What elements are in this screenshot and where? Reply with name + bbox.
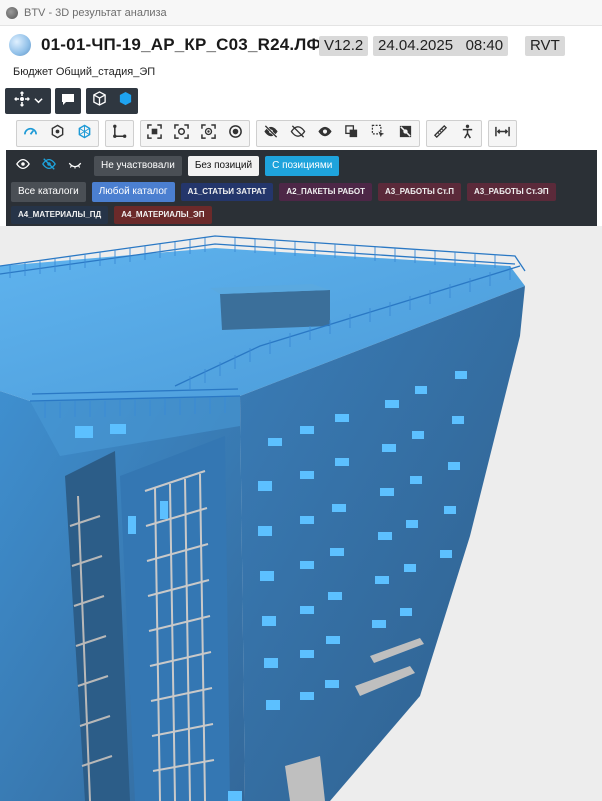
axis-button[interactable] bbox=[106, 121, 133, 146]
visibility-group bbox=[256, 120, 420, 147]
tools-toolbar bbox=[16, 120, 517, 147]
eye-icon bbox=[15, 157, 31, 176]
catalog-filter-row-2: А4_МАТЕРИАЛЫ_ПД А4_МАТЕРИАЛЫ_ЭП bbox=[11, 206, 212, 224]
dimension-group bbox=[488, 120, 517, 147]
hide-selected-icon bbox=[398, 124, 413, 144]
catalog-any[interactable]: Любой каталог bbox=[91, 182, 175, 202]
eye-slash-icon bbox=[263, 124, 279, 144]
state-filter-not-involved[interactable]: Не участвовали bbox=[94, 156, 182, 176]
hide-others-button[interactable] bbox=[284, 121, 311, 146]
focus-frame-icon bbox=[174, 123, 189, 144]
view-toolbar bbox=[5, 88, 138, 114]
version-badge: V12.2 bbox=[319, 36, 369, 56]
comments-button[interactable] bbox=[55, 88, 81, 114]
hide-button[interactable] bbox=[257, 121, 284, 146]
budget-subtitle: Бюджет Общий_стадия_ЭП bbox=[13, 66, 156, 78]
eye-crossed-icon bbox=[41, 157, 57, 176]
network-hex-icon bbox=[77, 124, 92, 144]
fit-view-button[interactable] bbox=[141, 121, 168, 146]
focus-circle-icon bbox=[201, 123, 216, 144]
shaded-mode-button[interactable] bbox=[112, 88, 138, 114]
comment-icon bbox=[61, 92, 75, 111]
measure-group bbox=[426, 120, 482, 147]
axis-group bbox=[105, 120, 134, 147]
state-filter-with-positions[interactable]: С позициями bbox=[265, 156, 340, 176]
eye-slash-outline-icon bbox=[290, 124, 306, 144]
filter-panel: Не участвовали Без позиций С позициями В… bbox=[6, 150, 597, 226]
hide-uninvolved-button[interactable] bbox=[36, 156, 62, 176]
target-button[interactable] bbox=[222, 121, 249, 146]
focus-group bbox=[140, 120, 250, 147]
hide-selected-button[interactable] bbox=[392, 121, 419, 146]
element-button[interactable] bbox=[44, 121, 71, 146]
isolate-button[interactable] bbox=[338, 121, 365, 146]
render-mode-group bbox=[86, 88, 138, 114]
wireframe-mode-button[interactable] bbox=[86, 88, 112, 114]
ruler-button[interactable] bbox=[427, 121, 454, 146]
datetime-badge: 24.04.2025 08:40 bbox=[373, 36, 509, 56]
isolate-icon bbox=[344, 124, 359, 144]
model-header: 01-01-ЧП-19_АР_КР_С03_R24.ЛФ V12.2 24.04… bbox=[0, 26, 602, 86]
format-badge: RVT bbox=[525, 36, 565, 56]
window-title: BTV - 3D результат анализа bbox=[24, 6, 167, 19]
hexagon-icon bbox=[50, 124, 65, 144]
target-icon bbox=[228, 124, 243, 144]
eye-closed-icon bbox=[67, 157, 83, 176]
participation-filter-row: Не участвовали Без позиций С позициями bbox=[10, 156, 340, 176]
orbit-mode-dropdown[interactable] bbox=[5, 88, 51, 114]
focus-frame-button[interactable] bbox=[168, 121, 195, 146]
title-bar: BTV - 3D результат анализа bbox=[0, 0, 602, 26]
width-measure-icon bbox=[495, 124, 510, 144]
model-globe-icon bbox=[9, 34, 31, 56]
cube-outline-icon bbox=[92, 91, 107, 111]
person-level-icon bbox=[460, 124, 475, 144]
catalog-a3-ep[interactable]: А3_РАБОТЫ Ст.ЭП bbox=[466, 183, 556, 201]
building-model-render[interactable] bbox=[0, 226, 602, 801]
fit-view-icon bbox=[147, 123, 162, 144]
app-icon bbox=[6, 6, 18, 19]
ghost-mode-button[interactable] bbox=[62, 156, 88, 176]
eye-icon bbox=[317, 124, 333, 144]
catalog-a4-pd[interactable]: А4_МАТЕРИАЛЫ_ПД bbox=[11, 206, 109, 224]
cube-filled-icon bbox=[118, 91, 133, 111]
3d-viewport[interactable] bbox=[0, 226, 602, 801]
person-level-button[interactable] bbox=[454, 121, 481, 146]
show-all-button[interactable] bbox=[10, 156, 36, 176]
orbit-icon bbox=[13, 90, 30, 112]
state-filter-no-positions[interactable]: Без позиций bbox=[187, 156, 260, 176]
catalog-a2[interactable]: А2_ПАКЕТЫ РАБОТ bbox=[279, 183, 373, 201]
catalog-all[interactable]: Все каталоги bbox=[11, 182, 86, 202]
catalog-a4-ep[interactable]: А4_МАТЕРИАЛЫ_ЭП bbox=[114, 206, 212, 224]
catalog-filter-row-1: Все каталоги Любой каталог А1_СТАТЬИ ЗАТ… bbox=[11, 182, 556, 202]
network-button[interactable] bbox=[71, 121, 98, 146]
chevron-down-icon bbox=[33, 92, 43, 110]
select-area-button[interactable] bbox=[365, 121, 392, 146]
analysis-group bbox=[16, 120, 99, 147]
focus-circle-button[interactable] bbox=[195, 121, 222, 146]
select-area-icon bbox=[371, 124, 386, 144]
performance-button[interactable] bbox=[17, 121, 44, 146]
show-button[interactable] bbox=[311, 121, 338, 146]
speedometer-icon bbox=[23, 124, 38, 144]
catalog-a1[interactable]: А1_СТАТЬИ ЗАТРАТ bbox=[180, 183, 274, 201]
ruler-icon bbox=[433, 124, 448, 144]
model-name: 01-01-ЧП-19_АР_КР_С03_R24.ЛФ bbox=[41, 35, 322, 54]
catalog-a3-p[interactable]: А3_РАБОТЫ Ст.П bbox=[378, 183, 461, 201]
width-measure-button[interactable] bbox=[489, 121, 516, 146]
axis-points-icon bbox=[112, 124, 127, 144]
